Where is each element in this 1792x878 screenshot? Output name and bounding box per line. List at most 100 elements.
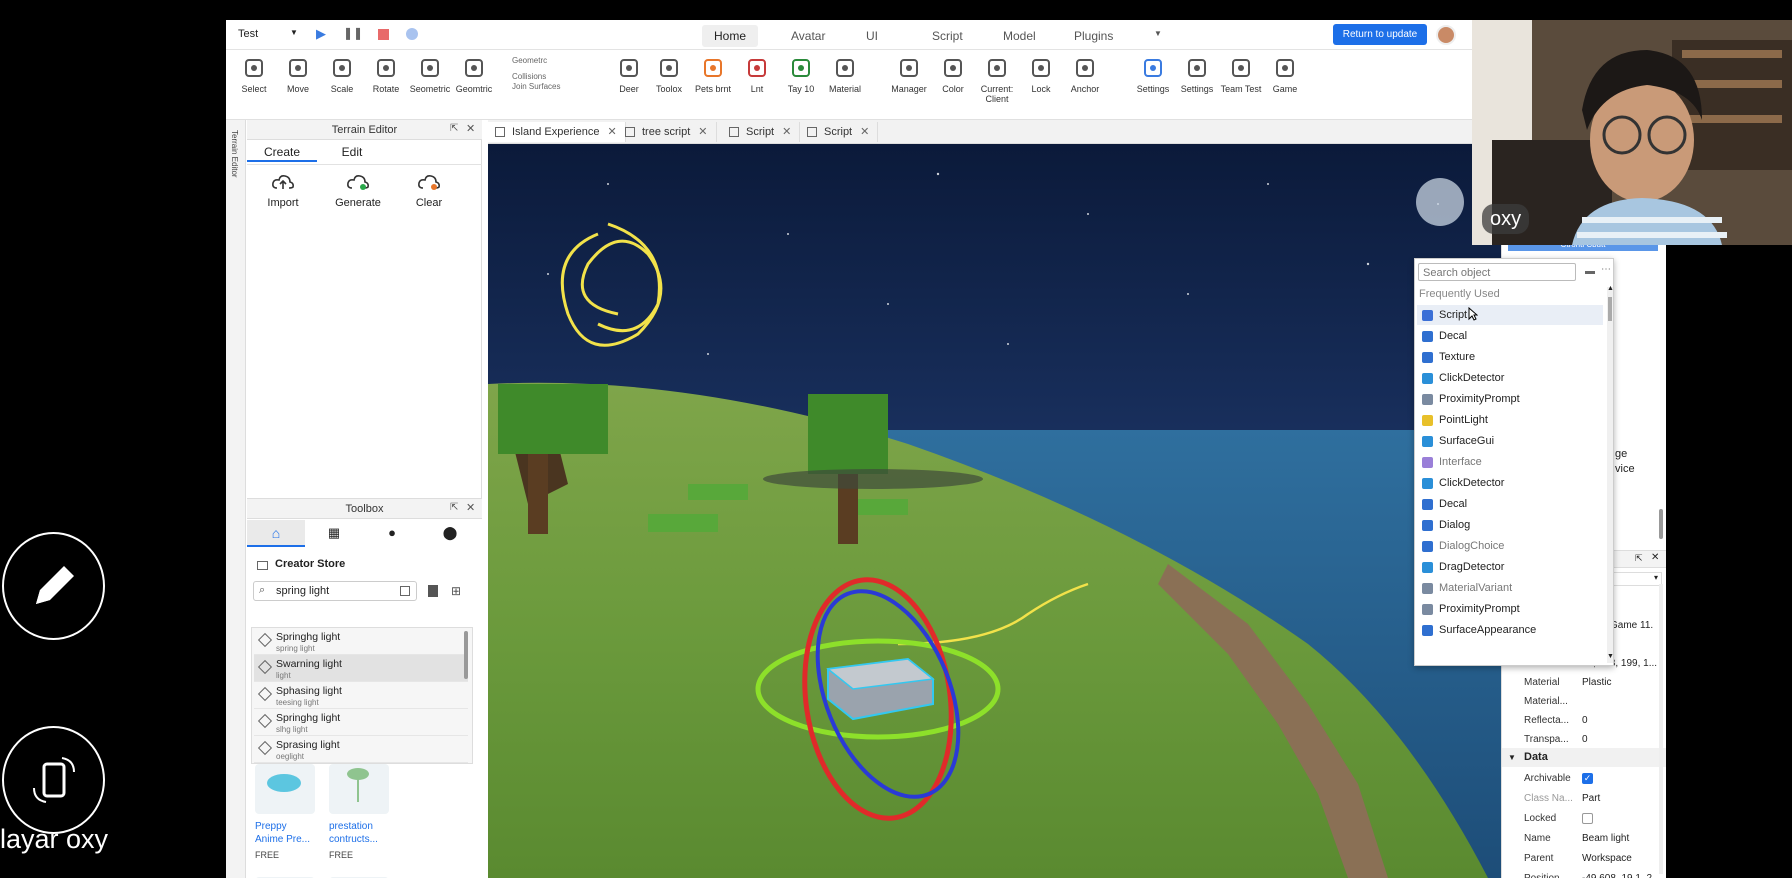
toolbox-search-box[interactable]: ⌕ spring light [253,581,417,601]
pen-button[interactable] [2,532,105,640]
ribbon-small-label[interactable]: Join Surfaces [512,82,560,91]
search-suggestion[interactable]: Swarning light light [254,655,468,682]
ribbon-tool-15[interactable]: Lock [1019,56,1063,94]
asset-card[interactable]: prestation contructs... FREE [329,764,391,864]
close-icon[interactable]: ✕ [607,126,616,138]
insert-option[interactable]: MaterialVariant [1417,578,1603,598]
menu-tab-home[interactable]: Home [702,25,759,47]
close-icon[interactable]: ✕ [1651,552,1659,563]
toolbox-search-input[interactable]: spring light [276,585,329,597]
insert-option[interactable]: ProximityPrompt [1417,599,1603,619]
search-suggestion[interactable]: Sphasing light teesing light [254,682,468,709]
property-value[interactable]: Beam light [1582,829,1629,848]
ribbon-tool-0[interactable]: Select [232,56,276,94]
asset-name[interactable]: Preppy Anime Pre... [255,820,317,846]
suggestion-scrollbar[interactable] [464,631,468,679]
property-row[interactable]: Name Beam light [1502,829,1666,848]
property-row[interactable]: Transpa... 0 [1502,730,1666,749]
terrain-tab-create[interactable]: Create [247,142,317,162]
bookmark-icon[interactable] [428,585,438,597]
return-to-update-button[interactable]: Return to update [1333,24,1427,45]
property-row[interactable]: Position... -49.608, 19.1, 2... [1502,869,1666,878]
ribbon-tool-20[interactable]: Game [1263,56,1307,94]
close-icon[interactable]: ✕ [466,501,475,514]
menu-tab-plugins[interactable]: Plugins [1062,25,1125,47]
popout-icon[interactable]: ⇱ [1635,553,1643,564]
ribbon-tool-13[interactable]: Color [931,56,975,94]
search-object-input[interactable]: Search object [1423,267,1490,279]
insert-option[interactable]: Texture [1417,347,1603,367]
toolbox-tab-places[interactable]: ⬤ [421,520,479,547]
property-value[interactable]: Part [1582,789,1600,808]
insert-option[interactable]: DragDetector [1417,557,1603,577]
property-value[interactable]: Plastic [1582,673,1611,692]
document-tab[interactable]: Script ✕ [722,122,801,142]
property-row[interactable]: Archivable ✓ [1502,769,1666,788]
insert-option[interactable]: Dialog [1417,515,1603,535]
ribbon-tool-18[interactable]: Settings [1175,56,1219,94]
clear-button[interactable]: Clear [407,172,451,209]
properties-section-data[interactable]: ▼ Data [1502,748,1666,767]
team-icon[interactable] [406,28,418,40]
search-suggestion[interactable]: Sprasing light oeglight [254,736,468,763]
popout-icon[interactable]: ⇱ [450,502,458,513]
menu-tab-model[interactable]: Model [991,25,1048,47]
terrain-tab-edit[interactable]: Edit [317,142,387,162]
menu-tab-script[interactable]: Script [920,25,975,47]
dropdown-scrollbar[interactable]: ▲ ▼ [1607,285,1614,663]
property-value[interactable]: 0 [1582,711,1588,730]
ribbon-tool-17[interactable]: Settings [1131,56,1175,94]
ribbon-tool-11[interactable]: Material [823,56,867,94]
ribbon-tool-3[interactable]: Rotate [364,56,408,94]
toolbox-tab-inventory[interactable]: ▦ [305,520,363,547]
ribbon-tool-8[interactable]: Pets brnt [691,56,735,94]
property-row[interactable]: Material... [1502,692,1666,711]
property-row[interactable]: Locked [1502,809,1666,828]
insert-option[interactable]: PointLight [1417,410,1603,430]
asset-name[interactable]: prestation contructs... [329,820,391,846]
property-row[interactable]: Parent Workspace [1502,849,1666,868]
document-tab[interactable]: Script ✕ [800,122,879,142]
play-icon[interactable]: ▶ [316,26,326,42]
toolbox-tab-home[interactable]: ⌂ [247,520,305,547]
terrain-side-label[interactable]: Terrain Editor [230,130,239,178]
pause-icon[interactable]: ❚❚ [343,26,363,40]
avatar[interactable] [1436,25,1456,45]
document-tab[interactable]: Island Experience ✕ [488,122,626,142]
ribbon-tool-2[interactable]: Scale [320,56,364,94]
insert-option[interactable]: ClickDetector [1417,473,1603,493]
property-row[interactable]: Material Plastic [1502,673,1666,692]
archivable-checkbox[interactable]: ✓ [1582,773,1593,784]
insert-option[interactable]: Script [1417,305,1603,325]
place-selector[interactable]: Test [238,28,258,40]
scroll-down-icon[interactable]: ▼ [1607,653,1614,660]
insert-option[interactable]: ClickDetector [1417,368,1603,388]
ribbon-tool-1[interactable]: Move [276,56,320,94]
search-object-box[interactable]: Search object [1418,263,1576,281]
toolbox-tab-recent[interactable]: ● [363,520,421,547]
property-value[interactable]: Workspace [1582,849,1632,868]
filter-icon[interactable]: ▬ [1585,266,1595,277]
insert-option[interactable]: SurfaceGui [1417,431,1603,451]
explorer-scrollbar[interactable] [1659,509,1663,539]
filter-icon[interactable] [400,586,410,596]
ribbon-tool-16[interactable]: Anchor [1063,56,1107,94]
properties-filter[interactable]: ▾ [1612,572,1662,586]
ribbon-tool-5[interactable]: Geomtric [452,56,496,94]
chevron-down-icon[interactable]: ▼ [290,28,298,37]
property-row[interactable]: Class Na... Part [1502,789,1666,808]
locked-checkbox[interactable] [1582,813,1593,824]
ribbon-tool-12[interactable]: Manager [887,56,931,94]
stop-icon[interactable] [378,29,389,40]
insert-option[interactable]: DialogChoice [1417,536,1603,556]
ribbon-tool-10[interactable]: Tay 10 [779,56,823,94]
search-suggestion[interactable]: Springhg light slhg light [254,709,468,736]
search-suggestion[interactable]: Springhg light spring light [254,628,468,655]
asset-card[interactable]: Preppy Anime Pre... FREE [255,764,317,864]
insert-option[interactable]: SurfaceAppearance [1417,620,1603,640]
properties-scrollbar[interactable] [1659,584,1663,874]
menu-tab-avatar[interactable]: Avatar [779,25,837,47]
insert-option[interactable]: Decal [1417,494,1603,514]
document-tab[interactable]: tree script ✕ [618,122,717,142]
insert-option[interactable]: Interface [1417,452,1603,472]
